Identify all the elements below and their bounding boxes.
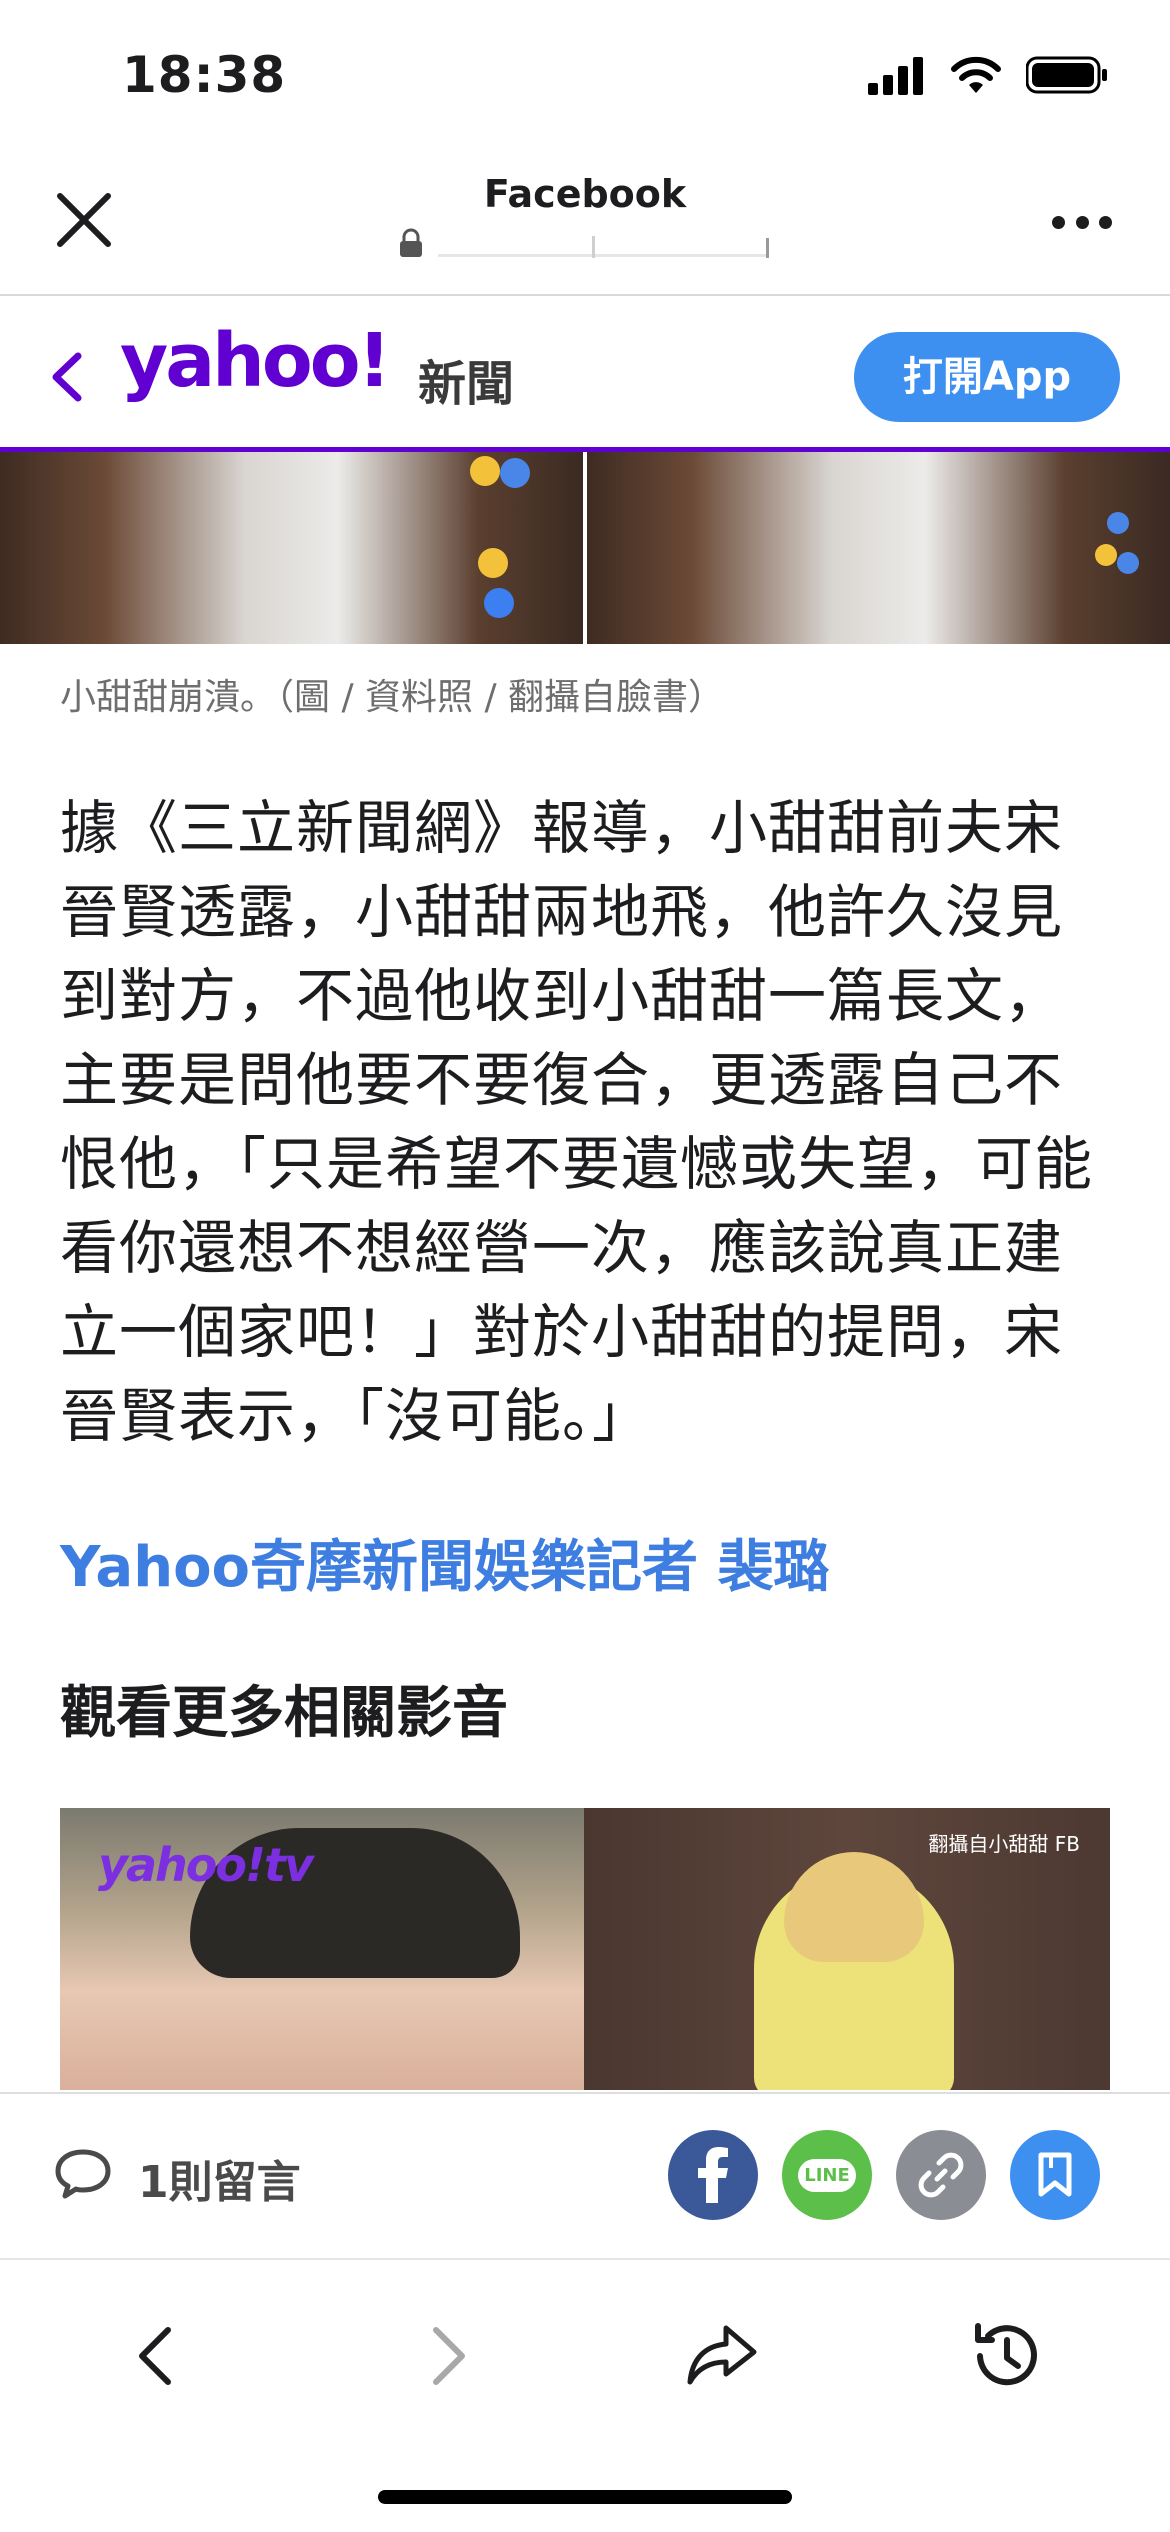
facebook-icon bbox=[698, 2147, 728, 2203]
photo-left bbox=[0, 452, 583, 644]
reaction-icon bbox=[478, 548, 508, 578]
article-paragraph: 據《三立新聞網》報導，小甜甜前夫宋晉賢透露，小甜甜兩地飛，他許久沒見到對方，不過… bbox=[60, 794, 1094, 1450]
video-frame-right: 翻攝自小甜甜 FB bbox=[584, 1808, 1110, 2090]
lock-icon bbox=[400, 228, 422, 257]
comment-count[interactable]: 1則留言 bbox=[138, 2146, 301, 2210]
status-icons bbox=[868, 52, 1108, 98]
hair-shape bbox=[784, 1852, 924, 1962]
like-reaction-icon bbox=[1107, 512, 1129, 534]
more-icon[interactable] bbox=[1052, 216, 1112, 230]
share-icon[interactable] bbox=[682, 2316, 762, 2396]
reaction-icon bbox=[470, 456, 500, 486]
related-videos-title: 觀看更多相關影音 bbox=[60, 1681, 508, 1746]
comment-icon[interactable] bbox=[54, 2148, 112, 2200]
battery-icon bbox=[1026, 56, 1107, 94]
wifi-icon bbox=[951, 56, 1001, 93]
video-frame-left: yahoo!tv bbox=[60, 1808, 584, 2090]
line-icon: LINE bbox=[798, 2158, 856, 2192]
like-reaction-icon bbox=[484, 588, 514, 618]
open-app-button[interactable]: 打開App bbox=[854, 332, 1120, 422]
status-bar: 18:38 bbox=[0, 0, 1170, 150]
bookmark-icon bbox=[1038, 2152, 1072, 2197]
author-byline[interactable]: Yahoo奇摩新聞娛樂記者 裴璐 bbox=[60, 1522, 830, 1603]
status-time: 18:38 bbox=[122, 46, 287, 104]
browser-url-bar[interactable] bbox=[396, 224, 776, 260]
photo-right bbox=[587, 452, 1170, 644]
home-indicator[interactable] bbox=[378, 2490, 792, 2504]
bookmark-button[interactable] bbox=[1010, 2130, 1100, 2220]
copy-link-button[interactable] bbox=[896, 2130, 986, 2220]
browser-title: Facebook bbox=[483, 172, 687, 216]
photo-caption: 小甜甜崩潰。（圖 / 資料照 / 翻攝自臉書） bbox=[60, 677, 725, 718]
like-reaction-icon bbox=[1117, 552, 1139, 574]
section-label: 新聞 bbox=[418, 356, 515, 412]
link-icon bbox=[918, 2152, 964, 2198]
signal-icon bbox=[868, 57, 923, 95]
article-photo bbox=[0, 452, 1170, 644]
forward-arrow-icon[interactable] bbox=[404, 2316, 484, 2396]
browser-bar: Facebook bbox=[0, 150, 1170, 296]
url-progress-line bbox=[438, 254, 768, 257]
browser-nav-bar bbox=[0, 2262, 1170, 2532]
video-credit: 翻攝自小甜甜 FB bbox=[928, 1832, 1080, 1856]
yahoo-tv-logo: yahoo!tv bbox=[98, 1838, 314, 1892]
chevron-left-icon[interactable] bbox=[46, 350, 88, 404]
reaction-icon bbox=[1095, 544, 1117, 566]
article-action-bar: 1則留言 LINE bbox=[0, 2092, 1170, 2260]
back-arrow-icon[interactable] bbox=[120, 2316, 200, 2396]
like-reaction-icon bbox=[500, 458, 530, 488]
site-header: yahoo! 新聞 打開App bbox=[0, 298, 1170, 452]
line-share-button[interactable]: LINE bbox=[782, 2130, 872, 2220]
url-divider bbox=[592, 236, 595, 258]
yahoo-logo[interactable]: yahoo! bbox=[120, 318, 391, 404]
history-icon[interactable] bbox=[966, 2316, 1046, 2396]
video-thumbnail[interactable]: yahoo!tv 翻攝自小甜甜 FB bbox=[60, 1808, 1110, 2090]
url-divider bbox=[766, 238, 769, 258]
facebook-share-button[interactable] bbox=[668, 2130, 758, 2220]
